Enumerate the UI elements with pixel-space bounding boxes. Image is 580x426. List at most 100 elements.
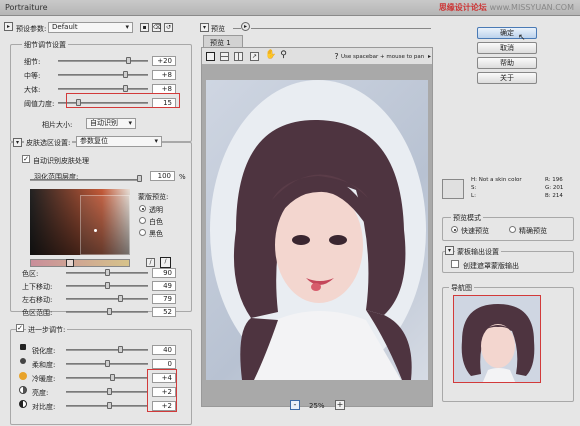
slider-label: 色区: xyxy=(22,270,39,278)
auto-mask-label: 自动识别皮肤处理 xyxy=(33,157,89,165)
slider-label: 柔和度: xyxy=(32,361,56,369)
slider-value[interactable]: +20 xyxy=(152,56,176,66)
portrait-photo xyxy=(210,80,426,380)
slider-track[interactable] xyxy=(58,88,148,90)
strip-marker[interactable] xyxy=(66,259,74,267)
slider-track[interactable] xyxy=(58,60,148,62)
output-checkbox[interactable] xyxy=(451,260,459,268)
radio-black[interactable] xyxy=(139,229,146,236)
sharpness-icon xyxy=(20,344,26,350)
slider-thumb[interactable] xyxy=(105,269,110,276)
play-icon[interactable]: ▸ xyxy=(241,22,250,31)
radio-transparent[interactable] xyxy=(139,205,146,212)
preview-image[interactable] xyxy=(206,80,428,380)
cancel-button[interactable]: 取消 xyxy=(477,42,537,54)
slider-thumb[interactable] xyxy=(105,360,110,367)
ok-button[interactable]: 确定 xyxy=(477,27,537,39)
slider-thumb[interactable] xyxy=(122,85,128,92)
radio-white[interactable] xyxy=(139,217,146,224)
preview-divider xyxy=(233,28,241,29)
slider-thumb[interactable] xyxy=(107,402,113,409)
feather-value[interactable]: 100 xyxy=(150,171,175,181)
slider-thumb[interactable] xyxy=(118,346,124,353)
panel-arrow-icon[interactable]: ▸ xyxy=(425,53,434,62)
slider-thumb[interactable] xyxy=(105,282,110,289)
navigator-thumbnail[interactable] xyxy=(453,295,541,383)
contrast-icon xyxy=(19,400,27,408)
highlight-adjust-values xyxy=(147,369,177,412)
slider-label: 亮度: xyxy=(32,389,49,397)
help-hint-icon: ? xyxy=(334,52,339,61)
about-button[interactable]: 关于 xyxy=(477,72,537,84)
color-marker xyxy=(94,229,97,232)
enhance-group-title: 进一步调节: xyxy=(26,325,68,335)
tab-preview-1[interactable]: 预览 1 xyxy=(203,35,243,47)
right-panel: 确定 ↖ 取消 帮助 关于 H: Not a skin color S: L: … xyxy=(437,17,580,426)
eyedropper-icon[interactable]: ∕ xyxy=(146,258,155,267)
radio-white-label: 白色 xyxy=(149,218,163,226)
preset-label: 预设参数: xyxy=(16,25,47,33)
menu-icon[interactable]: ▸ xyxy=(4,22,13,31)
split-vertical-icon[interactable] xyxy=(234,52,243,61)
reset-preset-icon[interactable]: ↺ xyxy=(164,23,173,32)
skin-reset-select[interactable]: 参数复位 xyxy=(76,136,162,147)
eyedropper-add-icon[interactable]: ∕ xyxy=(160,257,171,268)
radio-fast-preview[interactable] xyxy=(451,226,458,233)
hand-icon[interactable]: ✋ xyxy=(265,51,276,61)
slider-thumb[interactable] xyxy=(126,57,132,64)
zoom-out-button[interactable]: - xyxy=(290,400,300,410)
highlight-threshold xyxy=(66,93,180,108)
collapse-icon[interactable]: ▾ xyxy=(13,138,22,147)
slider-track[interactable] xyxy=(66,298,148,300)
help-button[interactable]: 帮助 xyxy=(477,57,537,69)
watermark-site: 思缘设计论坛 xyxy=(438,3,487,12)
slider-value[interactable]: 79 xyxy=(152,294,176,304)
slider-value[interactable]: +8 xyxy=(152,70,176,80)
single-view-icon[interactable] xyxy=(206,52,215,61)
left-panel: ▸ 预设参数: Default ▪ ⌫ ↺ 细节调节设置 细节: +20 中等: +8… xyxy=(0,17,195,426)
radio-transparent-label: 透明 xyxy=(149,206,163,214)
center-panel: ▾ 预览 ▸ 预览 1 ↗ ✋ ⚲ ? Use spacebar + mouse… xyxy=(197,17,435,426)
auto-mask-checkbox[interactable]: ✓ xyxy=(22,155,30,163)
slider-label: 阈值力度: xyxy=(24,100,55,108)
slider-track[interactable] xyxy=(66,377,148,379)
portrait-size-select[interactable]: 自动识别 xyxy=(86,118,136,129)
preview-label: 预览 xyxy=(211,25,225,33)
slider-value[interactable]: 0 xyxy=(152,359,176,369)
feather-slider[interactable] xyxy=(30,179,140,181)
slider-value[interactable]: 40 xyxy=(152,345,176,355)
save-preset-icon[interactable]: ▪ xyxy=(140,23,149,32)
enhance-checkbox[interactable]: ✓ xyxy=(16,324,24,332)
title-bar: Portraiture 思缘设计论坛 www.MISSYUAN.COM xyxy=(0,0,580,16)
delete-preset-icon[interactable]: ⌫ xyxy=(152,23,161,32)
b-info: B: 214 xyxy=(545,193,563,199)
preview-divider-right xyxy=(251,28,431,29)
slider-thumb[interactable] xyxy=(118,295,124,302)
skin-group-title: 皮肤选区设置: xyxy=(24,138,73,148)
radio-precise-preview[interactable] xyxy=(509,226,516,233)
preview-collapse-icon[interactable]: ▾ xyxy=(200,23,209,32)
slider-label: 大体: xyxy=(24,86,41,94)
slider-track[interactable] xyxy=(66,349,148,351)
output-title: 蒙板输出设置 xyxy=(455,247,501,257)
slider-label: 细节: xyxy=(24,58,41,66)
preset-select[interactable]: Default xyxy=(48,22,133,33)
output-collapse-icon[interactable]: ▾ xyxy=(445,246,454,255)
hue-info: H: Not a skin color xyxy=(471,177,522,183)
slider-thumb[interactable] xyxy=(109,374,115,381)
slider-value[interactable]: 52 xyxy=(152,307,176,317)
slider-value[interactable]: 90 xyxy=(152,268,176,278)
new-window-icon[interactable]: ↗ xyxy=(250,52,259,61)
slider-thumb[interactable] xyxy=(106,308,112,315)
radio-black-label: 黑色 xyxy=(149,230,163,238)
navigator-photo xyxy=(461,304,535,382)
slider-value[interactable]: 49 xyxy=(152,281,176,291)
slider-thumb[interactable] xyxy=(107,388,113,395)
split-horizontal-icon[interactable] xyxy=(220,52,229,61)
slider-thumb[interactable] xyxy=(122,71,128,78)
zoom-in-button[interactable]: + xyxy=(335,400,345,410)
feather-thumb[interactable] xyxy=(137,175,142,182)
zoom-icon[interactable]: ⚲ xyxy=(279,51,288,61)
slider-track[interactable] xyxy=(58,74,148,76)
brightness-icon xyxy=(19,386,27,394)
